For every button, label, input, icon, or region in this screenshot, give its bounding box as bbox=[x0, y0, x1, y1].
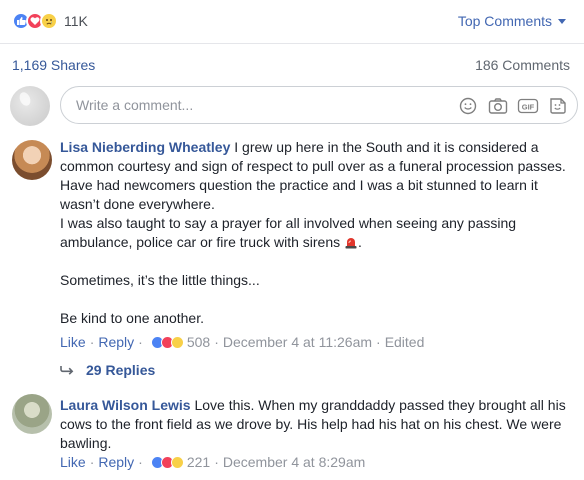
separator-dot: · bbox=[376, 334, 381, 350]
comment-actions: Like · Reply · 221 · December 4 at 8:29a… bbox=[60, 454, 365, 470]
comment-timestamp[interactable]: December 4 at 8:29am bbox=[223, 454, 365, 470]
comment-sort-label: Top Comments bbox=[457, 13, 552, 29]
post-stats-row: 1,169 Shares 186 Comments bbox=[0, 54, 584, 78]
comment-text-line: I was also taught to say a prayer for al… bbox=[60, 215, 517, 250]
comment-timestamp[interactable]: December 4 at 11:26am bbox=[223, 334, 372, 350]
commenter-name-link[interactable]: Laura Wilson Lewis bbox=[60, 397, 191, 413]
rotating-light-icon bbox=[345, 238, 357, 249]
reactions-summary-bar: 11K Top Comments bbox=[0, 0, 584, 44]
current-user-avatar[interactable] bbox=[10, 86, 50, 126]
replies-count-label: 29 Replies bbox=[86, 362, 156, 378]
separator-dot: · bbox=[138, 454, 143, 470]
shares-count-link[interactable]: 1,169 Shares bbox=[12, 57, 95, 73]
reaction-count: 11K bbox=[64, 13, 88, 29]
comment-sort-dropdown[interactable]: Top Comments bbox=[458, 13, 566, 29]
chevron-down-icon bbox=[558, 18, 566, 24]
gif-icon[interactable]: GIF bbox=[517, 95, 539, 117]
sad-reaction-icon bbox=[40, 12, 58, 30]
edited-label[interactable]: Edited bbox=[385, 334, 425, 350]
like-button[interactable]: Like bbox=[60, 334, 86, 350]
comment-text-line: Be kind to one another. bbox=[60, 310, 204, 326]
comment-reactions[interactable] bbox=[150, 335, 184, 349]
comment-reaction-count: 508 bbox=[186, 334, 211, 350]
comment-text-line: Have had newcomers question the practice… bbox=[60, 177, 538, 212]
reply-button[interactable]: Reply bbox=[98, 454, 134, 470]
commenter-avatar[interactable] bbox=[12, 394, 52, 434]
like-button[interactable]: Like bbox=[60, 454, 86, 470]
reply-button[interactable]: Reply bbox=[98, 334, 134, 350]
separator-dot: · bbox=[89, 334, 95, 350]
comment-body: Lisa Nieberding Wheatley I grew up here … bbox=[60, 138, 580, 328]
sticker-icon[interactable] bbox=[547, 95, 569, 117]
comment-reaction-count: 221 bbox=[186, 454, 211, 470]
comment-composer: GIF bbox=[10, 84, 578, 126]
sad-reaction-icon bbox=[170, 455, 184, 469]
separator-dot: · bbox=[89, 454, 95, 470]
commenter-avatar[interactable] bbox=[12, 140, 52, 180]
comment-actions: Like · Reply · 508 · December 4 at 11:26… bbox=[60, 334, 424, 350]
camera-icon[interactable] bbox=[487, 95, 509, 117]
wow-reaction-icon bbox=[170, 335, 184, 349]
emoji-icon[interactable] bbox=[457, 95, 479, 117]
comment-text-line: Sometimes, it’s the little things... bbox=[60, 272, 260, 288]
reaction-summary[interactable]: 11K bbox=[12, 12, 88, 30]
comment-body: Laura Wilson Lewis Love this. When my gr… bbox=[60, 396, 580, 453]
separator-dot: · bbox=[138, 334, 143, 350]
comment-input-box[interactable]: GIF bbox=[60, 86, 578, 124]
separator-dot: · bbox=[214, 454, 219, 470]
comment-reactions[interactable] bbox=[150, 455, 184, 469]
comments-count-link[interactable]: 186 Comments bbox=[475, 57, 570, 73]
svg-text:GIF: GIF bbox=[522, 102, 535, 111]
separator-dot: · bbox=[214, 334, 219, 350]
commenter-name-link[interactable]: Lisa Nieberding Wheatley bbox=[60, 139, 230, 155]
reply-arrow-icon bbox=[60, 362, 74, 378]
view-replies-link[interactable]: 29 Replies bbox=[60, 362, 155, 378]
composer-icons: GIF bbox=[457, 95, 569, 117]
comment-input[interactable] bbox=[74, 96, 434, 114]
